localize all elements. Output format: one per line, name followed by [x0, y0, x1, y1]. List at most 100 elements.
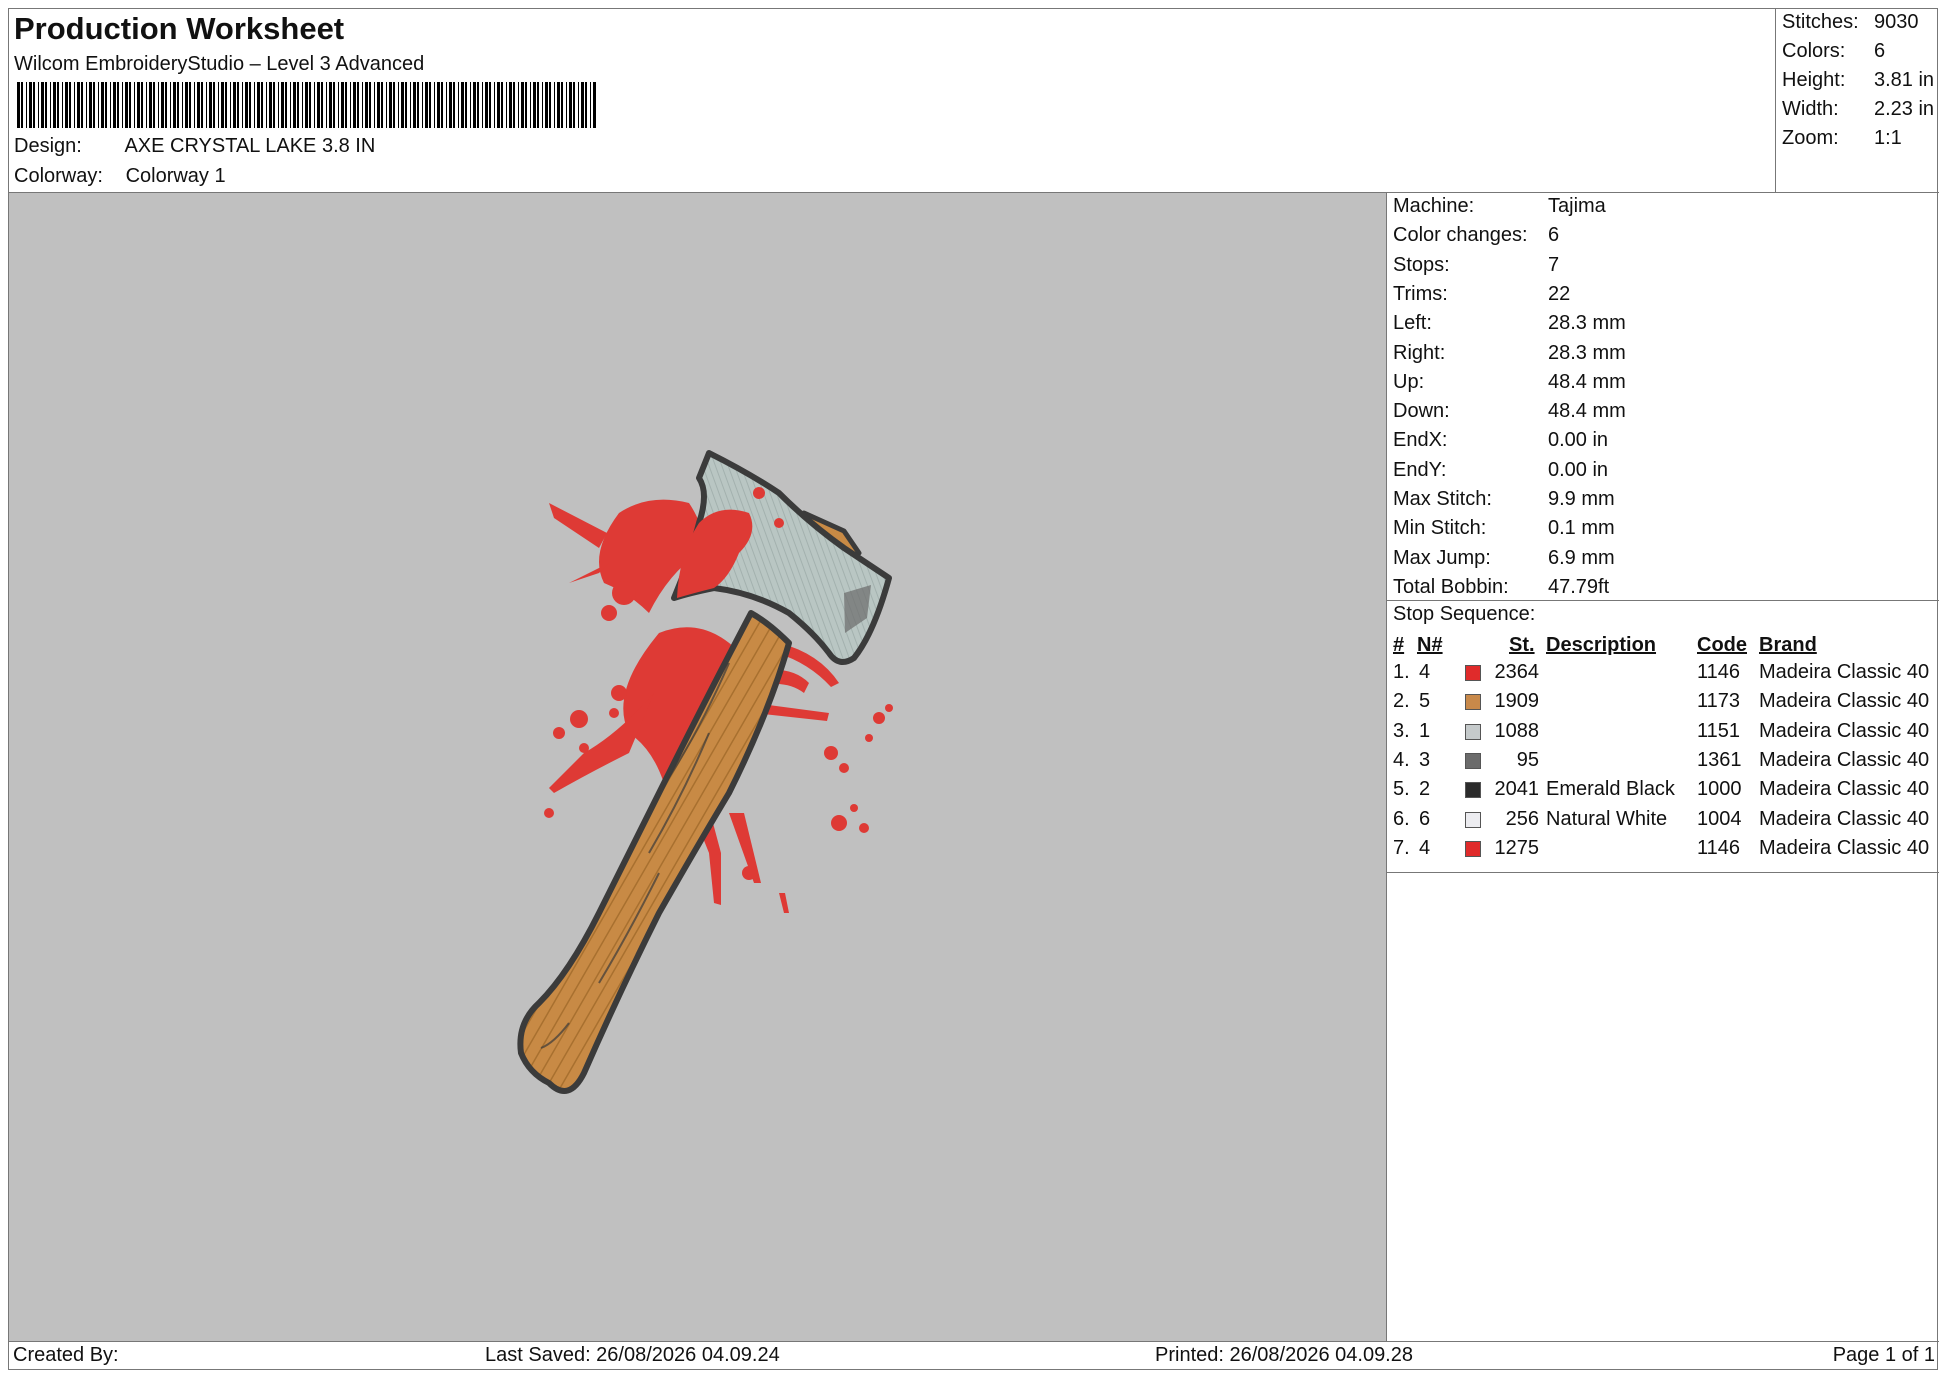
stop-cell-code: 1361 [1697, 748, 1742, 771]
stop-cell-num: 1. [1393, 661, 1410, 683]
machine-info-row: Total Bobbin: 47.79ft [1393, 576, 1609, 599]
created-by: Created By: [13, 1344, 119, 1366]
machine-info-value: 7 [1548, 253, 1560, 276]
design-stats: Stitches: 9030 Colors: 6 Height: 3.81 in Wi… [1775, 9, 1939, 193]
stop-cell-n: 2 [1419, 778, 1431, 801]
stop-cell-num: 3. [1393, 719, 1410, 742]
machine-info-label: EndX: [1393, 429, 1448, 452]
stop-cell-description: Emerald Black [1546, 778, 1675, 801]
table-row: 4. 3 95 1361 Madeira Classic 40 [1387, 749, 1939, 778]
stop-cell-n: 5 [1419, 690, 1431, 713]
stop-cell-brand: Madeira Classic 40 [1759, 836, 1930, 859]
machine-info-label: Total Bobbin: [1393, 575, 1509, 598]
page-number: Page 1 of 1 [1832, 1344, 1935, 1366]
col-header-needle: N# [1417, 634, 1443, 656]
stop-sequence-title: Stop Sequence: [1393, 603, 1536, 625]
stop-cell-st: 256 [1505, 807, 1539, 830]
machine-info-label: Min Stitch: [1393, 517, 1487, 540]
stop-cell-code: 1151 [1697, 719, 1741, 742]
machine-info-row: Up: 48.4 mm [1393, 371, 1626, 394]
stop-cell-description: Natural White [1546, 807, 1668, 830]
software-name: Wilcom EmbroideryStudio – Level 3 Advanc… [14, 53, 425, 75]
color-swatch [1465, 694, 1481, 711]
machine-info-label: Up: [1393, 370, 1425, 393]
color-swatch [1465, 752, 1481, 769]
stat-value: 9030 [1874, 11, 1919, 33]
col-header-num: # [1393, 634, 1405, 656]
info-panel: Machine: Tajima Color changes: 6 Stops: 7 Trim… [1387, 193, 1939, 1341]
stop-cell-st: 1275 [1494, 836, 1540, 859]
stop-cell-st: 1088 [1494, 719, 1540, 742]
machine-info-label: EndY: [1393, 458, 1447, 481]
machine-info-row: Stops: 7 [1393, 254, 1559, 277]
col-header-brand: Brand [1759, 634, 1817, 656]
machine-info-row: Trims: 22 [1393, 283, 1570, 306]
machine-info-row: Machine: Tajima [1393, 195, 1606, 218]
machine-info-row: Down: 48.4 mm [1393, 400, 1626, 423]
stat-value: 1:1 [1874, 127, 1902, 149]
production-worksheet: Production Worksheet Wilcom EmbroiderySt… [8, 8, 1939, 1371]
col-header-stitches: St. [1509, 634, 1535, 656]
machine-info-row: EndX: 0.00 in [1393, 429, 1608, 452]
machine-info-value: 0.00 in [1548, 429, 1609, 452]
table-row: 1. 4 2364 1146 Madeira Classic 40 [1387, 661, 1939, 690]
stop-cell-num: 6. [1393, 807, 1410, 830]
stat-width: Width: 2.23 in [1782, 98, 1934, 121]
machine-info-label: Max Stitch: [1393, 488, 1492, 510]
stop-cell-st: 95 [1516, 748, 1539, 771]
machine-info-value: 28.3 mm [1548, 312, 1626, 335]
divider [1387, 872, 1939, 873]
col-header-description: Description [1546, 634, 1657, 656]
machine-info-value: 22 [1548, 282, 1571, 305]
stop-cell-n: 4 [1419, 661, 1431, 683]
stop-cell-brand: Madeira Classic 40 [1759, 690, 1930, 713]
stop-cell-brand: Madeira Classic 40 [1759, 778, 1930, 801]
printed-date: Printed: 26/08/2026 04.09.28 [1155, 1344, 1413, 1366]
worksheet-footer: Created By: Last Saved: 26/08/2026 04.09… [9, 1341, 1939, 1371]
colorway-value: Colorway 1 [125, 165, 226, 187]
color-swatch [1465, 665, 1481, 681]
stat-label: Zoom: [1782, 127, 1839, 149]
machine-info-label: Color changes: [1393, 224, 1528, 247]
stop-cell-brand: Madeira Classic 40 [1759, 661, 1930, 683]
stop-cell-num: 7. [1393, 836, 1410, 859]
machine-info-row: Max Jump: 6.9 mm [1393, 547, 1615, 570]
color-swatch [1465, 811, 1481, 828]
machine-info-value: 47.79ft [1548, 575, 1610, 598]
table-row: 6. 6 256 Natural White 1004 Madeira Classic 4… [1387, 808, 1939, 837]
colorway-label: Colorway: [14, 165, 103, 187]
stop-cell-n: 6 [1419, 807, 1431, 830]
color-swatch [1465, 782, 1481, 799]
stop-cell-num: 4. [1393, 748, 1410, 771]
colorway-row: Colorway: Colorway 1 [14, 165, 226, 188]
machine-info-row: Color changes: 6 [1393, 224, 1559, 247]
stat-stitches: Stitches: 9030 [1782, 11, 1919, 34]
machine-info-value: 0.00 in [1548, 458, 1609, 481]
stat-colors: Colors: 6 [1782, 40, 1885, 63]
stop-cell-brand: Madeira Classic 40 [1759, 807, 1930, 830]
machine-info-row: EndY: 0.00 in [1393, 459, 1608, 482]
machine-info-value: Tajima [1548, 195, 1606, 217]
stat-label: Stitches: [1782, 11, 1859, 33]
color-swatch [1465, 840, 1481, 857]
machine-info-value: 48.4 mm [1548, 400, 1626, 423]
stop-cell-st: 1909 [1494, 690, 1540, 713]
machine-info-value: 6.9 mm [1548, 546, 1615, 569]
stat-value: 6 [1874, 40, 1886, 62]
stop-cell-n: 1 [1419, 719, 1431, 742]
machine-info-label: Trims: [1393, 282, 1448, 305]
color-swatch [1465, 723, 1481, 740]
stat-value: 2.23 in [1874, 98, 1935, 120]
worksheet-header: Production Worksheet Wilcom EmbroiderySt… [9, 9, 1775, 193]
machine-info-label: Machine: [1393, 195, 1475, 217]
stat-height: Height: 3.81 in [1782, 69, 1934, 92]
stop-cell-brand: Madeira Classic 40 [1759, 719, 1930, 742]
table-row: 5. 2 2041 Emerald Black 1000 Madeira Classic … [1387, 778, 1939, 807]
stop-cell-n: 3 [1419, 748, 1431, 771]
axe-design-image [517, 450, 893, 1094]
stop-cell-num: 5. [1393, 778, 1410, 801]
machine-info-value: 0.1 mm [1548, 517, 1615, 540]
machine-info-label: Stops: [1393, 253, 1450, 276]
machine-info-value: 9.9 mm [1548, 488, 1615, 510]
table-row: 3. 1 1088 1151 Madeira Classic 40 [1387, 720, 1939, 749]
